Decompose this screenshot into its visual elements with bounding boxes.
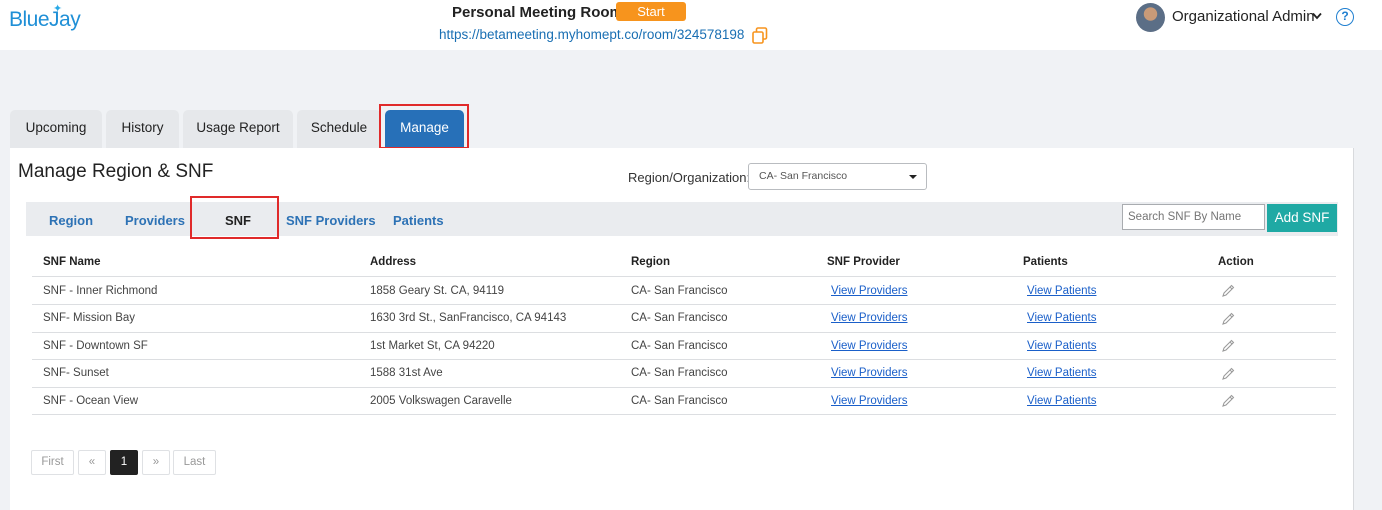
subtab-snf-providers[interactable]: SNF Providers bbox=[286, 213, 376, 228]
row-divider bbox=[32, 359, 1336, 360]
caret-down-icon bbox=[909, 175, 917, 179]
column-header-snf-provider: SNF Provider bbox=[827, 256, 900, 268]
edit-pencil-icon[interactable] bbox=[1221, 284, 1235, 298]
region-cell: CA- San Francisco bbox=[631, 367, 728, 379]
snf-name-cell: SNF- Sunset bbox=[43, 367, 109, 379]
pagination-next[interactable]: » bbox=[142, 450, 170, 475]
column-header-patients: Patients bbox=[1023, 256, 1068, 268]
pagination-first[interactable]: First bbox=[31, 450, 74, 475]
address-cell: 2005 Volkswagen Caravelle bbox=[370, 395, 512, 407]
subtab-patients[interactable]: Patients bbox=[393, 213, 444, 228]
view-providers-link[interactable]: View Providers bbox=[831, 340, 908, 352]
pagination-last[interactable]: Last bbox=[173, 450, 216, 475]
pagination-prev[interactable]: « bbox=[78, 450, 106, 475]
view-patients-link[interactable]: View Patients bbox=[1027, 312, 1096, 324]
view-patients-link[interactable]: View Patients bbox=[1027, 367, 1096, 379]
chevron-down-icon[interactable] bbox=[1312, 12, 1322, 20]
room-url-link[interactable]: https://betameeting.myhomept.co/room/324… bbox=[439, 27, 744, 42]
tab-history[interactable]: History bbox=[106, 110, 179, 148]
region-cell: CA- San Francisco bbox=[631, 395, 728, 407]
manage-tab-highlight bbox=[379, 104, 469, 149]
subtab-providers[interactable]: Providers bbox=[125, 213, 185, 228]
view-providers-link[interactable]: View Providers bbox=[831, 285, 908, 297]
edit-pencil-icon[interactable] bbox=[1221, 394, 1235, 408]
view-providers-link[interactable]: View Providers bbox=[831, 367, 908, 379]
region-label: Region/Organization: bbox=[628, 170, 751, 185]
user-avatar[interactable] bbox=[1136, 3, 1165, 32]
view-patients-link[interactable]: View Patients bbox=[1027, 285, 1096, 297]
column-header-action: Action bbox=[1218, 256, 1254, 268]
view-patients-link[interactable]: View Patients bbox=[1027, 395, 1096, 407]
region-select[interactable]: CA- San Francisco bbox=[748, 163, 927, 190]
address-cell: 1st Market St, CA 94220 bbox=[370, 340, 495, 352]
bluejay-logo[interactable]: BlueJay ✦ bbox=[9, 3, 81, 32]
column-header-region: Region bbox=[631, 256, 670, 268]
row-divider bbox=[32, 304, 1336, 305]
help-icon[interactable]: ? bbox=[1336, 8, 1354, 26]
app-header: BlueJay ✦ Personal Meeting Room: Start ht… bbox=[0, 0, 1382, 50]
subtab-region[interactable]: Region bbox=[49, 213, 93, 228]
edit-pencil-icon[interactable] bbox=[1221, 339, 1235, 353]
snf-tab-highlight bbox=[190, 196, 279, 239]
user-name[interactable]: Organizational Admin bbox=[1172, 8, 1315, 25]
row-divider bbox=[32, 332, 1336, 333]
bird-icon: ✦ bbox=[53, 3, 62, 15]
view-providers-link[interactable]: View Providers bbox=[831, 395, 908, 407]
edit-pencil-icon[interactable] bbox=[1221, 367, 1235, 381]
snf-name-cell: SNF- Mission Bay bbox=[43, 312, 136, 324]
view-providers-link[interactable]: View Providers bbox=[831, 312, 908, 324]
add-snf-button[interactable]: Add SNF bbox=[1267, 204, 1337, 232]
snf-name-cell: SNF - Downtown SF bbox=[43, 340, 148, 352]
search-snf-input[interactable] bbox=[1122, 204, 1265, 230]
view-patients-link[interactable]: View Patients bbox=[1027, 340, 1096, 352]
snf-name-cell: SNF - Ocean View bbox=[43, 395, 139, 407]
page-title: Manage Region & SNF bbox=[18, 161, 214, 182]
table-divider bbox=[32, 276, 1336, 277]
address-cell: 1630 3rd St., SanFrancisco, CA 94143 bbox=[370, 312, 567, 324]
edit-pencil-icon[interactable] bbox=[1221, 312, 1235, 326]
meeting-room-label: Personal Meeting Room: bbox=[452, 4, 628, 21]
column-header-snf-name: SNF Name bbox=[43, 256, 101, 268]
region-select-value: CA- San Francisco bbox=[759, 170, 848, 182]
tab-schedule[interactable]: Schedule bbox=[297, 110, 381, 148]
copy-icon[interactable] bbox=[752, 27, 768, 44]
address-cell: 1858 Geary St. CA, 94119 bbox=[370, 285, 505, 297]
row-divider bbox=[32, 414, 1336, 415]
region-cell: CA- San Francisco bbox=[631, 285, 728, 297]
tab-upcoming[interactable]: Upcoming bbox=[10, 110, 102, 148]
row-divider bbox=[32, 387, 1336, 388]
region-cell: CA- San Francisco bbox=[631, 312, 728, 324]
start-meeting-button[interactable]: Start bbox=[616, 2, 686, 21]
tab-usage-report[interactable]: Usage Report bbox=[183, 110, 293, 148]
column-header-address: Address bbox=[370, 256, 417, 268]
pagination-page-1[interactable]: 1 bbox=[110, 450, 138, 475]
address-cell: 1588 31st Ave bbox=[370, 367, 443, 379]
snf-name-cell: SNF - Inner Richmond bbox=[43, 285, 158, 297]
region-cell: CA- San Francisco bbox=[631, 340, 728, 352]
